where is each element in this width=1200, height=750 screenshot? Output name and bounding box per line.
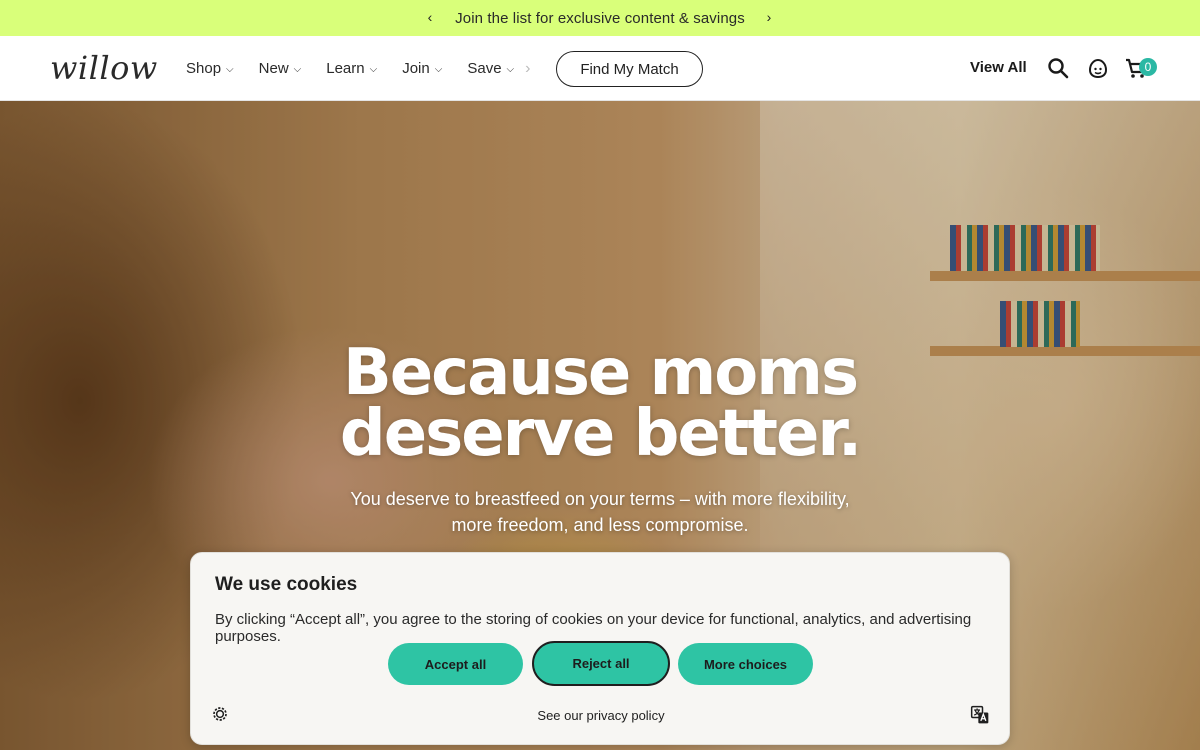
- find-my-match-button[interactable]: Find My Match: [556, 51, 703, 87]
- account-icon[interactable]: [1086, 56, 1110, 80]
- hero-subtitle-line: more freedom, and less compromise.: [451, 515, 749, 535]
- chevron-down-icon: ⌵: [293, 64, 302, 75]
- hero-title: Because moms deserve better.: [0, 336, 1200, 471]
- hero-subtitle-line: You deserve to breastfeed on your terms …: [350, 489, 850, 509]
- hero-title-line: Because moms: [342, 336, 859, 410]
- nav-item-label: Learn: [326, 60, 365, 77]
- nav-item-label: Shop: [186, 60, 222, 77]
- nav-item-label: Join: [402, 60, 430, 77]
- accept-all-button[interactable]: Accept all: [388, 643, 523, 685]
- site-header: willow Shop ⌵ New ⌵ Learn ⌵ Join ⌵ Save …: [0, 36, 1200, 101]
- announcement-next-arrow[interactable]: ›: [757, 9, 781, 25]
- main-nav: Shop ⌵ New ⌵ Learn ⌵ Join ⌵ Save ⌵ ›: [186, 36, 530, 101]
- privacy-policy-link[interactable]: See our privacy policy: [191, 708, 1011, 723]
- nav-item-label: Save: [467, 60, 502, 77]
- nav-scroll-right-icon[interactable]: ›: [525, 60, 530, 78]
- announcement-message[interactable]: Join the list for exclusive content & sa…: [455, 10, 745, 27]
- hero-subtitle: You deserve to breastfeed on your terms …: [0, 486, 1200, 538]
- search-icon[interactable]: [1046, 56, 1070, 80]
- cookie-description: By clicking “Accept all”, you agree to t…: [215, 611, 972, 645]
- nav-item-learn[interactable]: Learn ⌵: [326, 60, 377, 77]
- reject-all-button[interactable]: Reject all: [532, 641, 670, 686]
- chevron-down-icon: ⌵: [369, 64, 378, 75]
- language-icon[interactable]: [970, 705, 990, 725]
- nav-item-join[interactable]: Join ⌵: [402, 60, 442, 77]
- willow-logo[interactable]: willow: [50, 49, 158, 87]
- cart-count-badge: 0: [1139, 58, 1157, 76]
- announcement-prev-arrow[interactable]: ‹: [418, 9, 442, 25]
- announcement-bar: ‹ Join the list for exclusive content & …: [0, 0, 1200, 36]
- cookie-title: We use cookies: [215, 574, 358, 595]
- nav-item-save[interactable]: Save ⌵: [467, 60, 514, 77]
- view-all-link[interactable]: View All: [970, 59, 1027, 76]
- nav-item-new[interactable]: New ⌵: [259, 60, 302, 77]
- chevron-down-icon: ⌵: [226, 64, 234, 75]
- cookie-banner: We use cookies By clicking “Accept all”,…: [190, 552, 1010, 745]
- chevron-down-icon: ⌵: [434, 64, 443, 75]
- nav-item-label: New: [258, 60, 289, 77]
- more-choices-button[interactable]: More choices: [678, 643, 813, 685]
- hero-title-line: deserve better.: [339, 397, 862, 471]
- chevron-down-icon: ⌵: [506, 64, 515, 75]
- nav-item-shop[interactable]: Shop ⌵: [186, 60, 234, 77]
